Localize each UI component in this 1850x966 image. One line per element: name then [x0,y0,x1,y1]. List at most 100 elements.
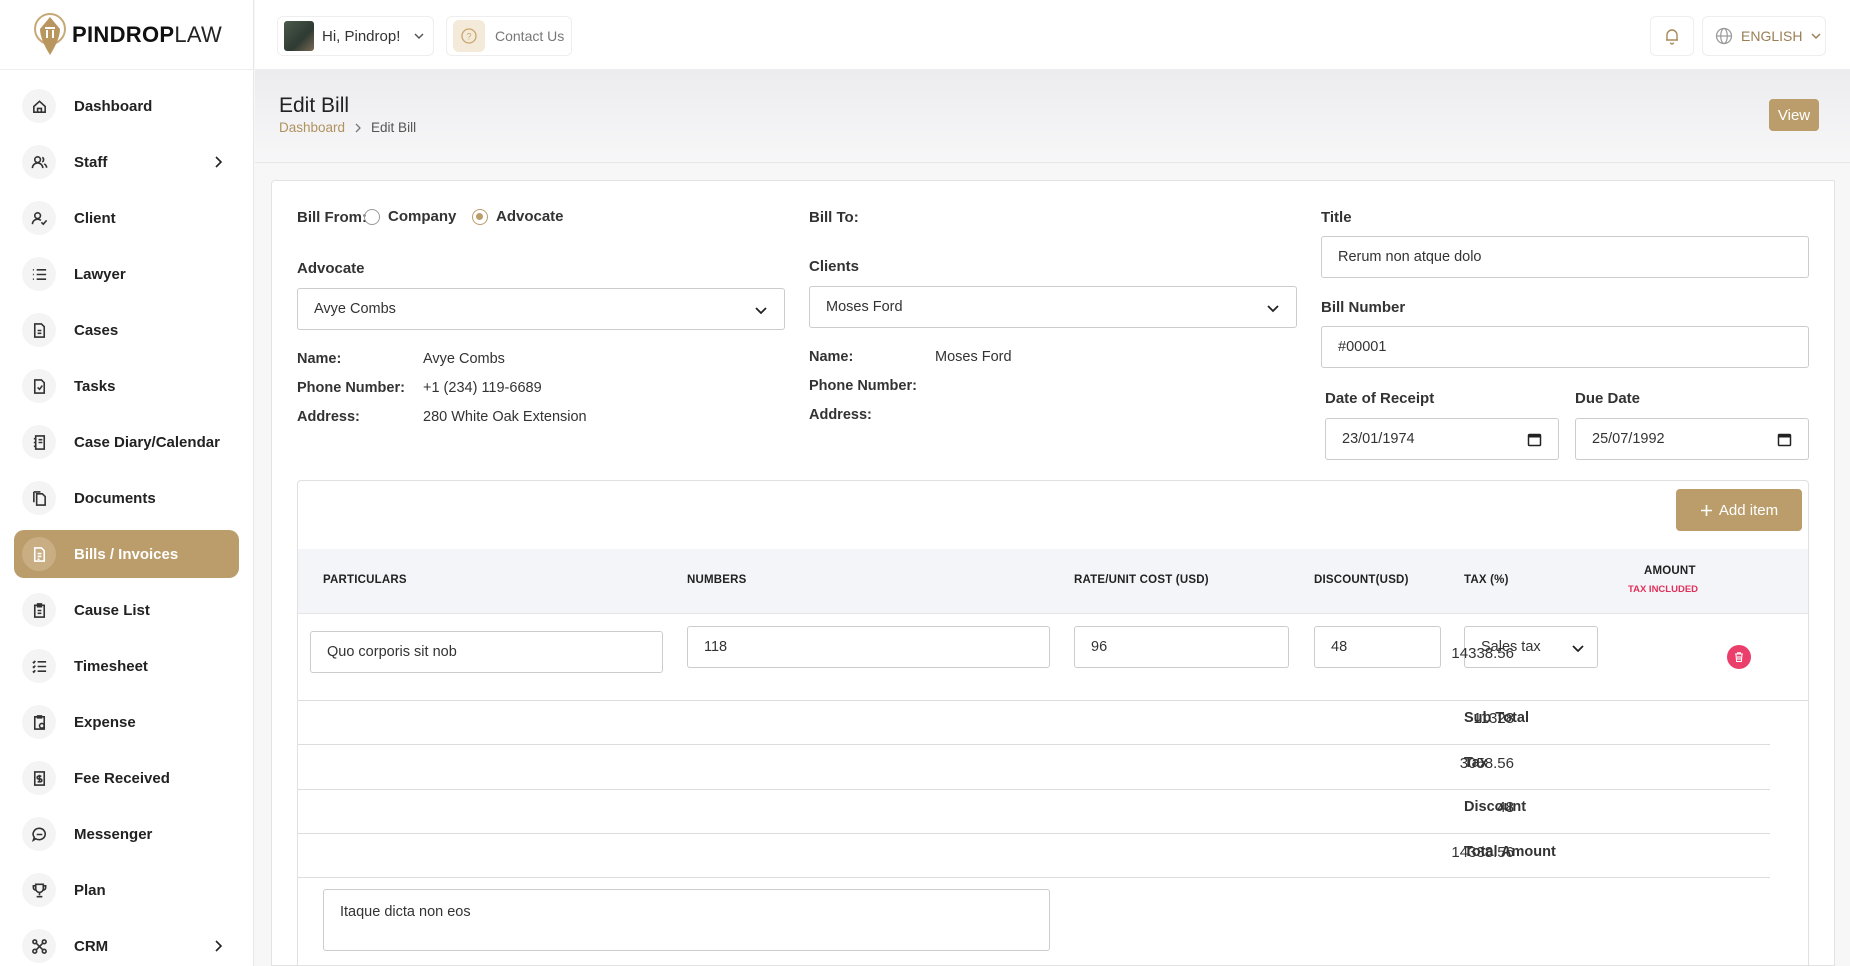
sidebar-item-timesheet[interactable]: Timesheet [14,642,239,690]
sidebar-item-lawyer[interactable]: Lawyer [14,250,239,298]
due-date-value: 25/07/1992 [1592,431,1665,447]
particulars-input[interactable]: Quo corporis sit nob [310,631,663,673]
chevron-right-icon [355,123,361,132]
sidebar: PINDROPLAW Dashboard Staff Client Lawyer Cas… [0,0,254,966]
col-rate: RATE/UNIT COST (USD) [1074,574,1209,586]
language-select[interactable]: ENGLISH [1702,16,1826,56]
tax-total-value: 3058.56 [1459,755,1514,772]
particulars-value: Quo corporis sit nob [327,644,457,660]
sidebar-item-fee-received[interactable]: Fee Received [14,754,239,802]
sidebar-item-label: Staff [74,153,108,171]
advocate-select[interactable]: Avye Combs [297,288,785,330]
title-value: Rerum non atque dolo [1338,249,1482,265]
title-input[interactable]: Rerum non atque dolo [1321,236,1809,278]
items-table-header: PARTICULARS NUMBERS RATE/UNIT COST (USD)… [298,549,1808,614]
row-amount: 14338.56 [1451,645,1514,662]
clipboard-icon [22,593,56,627]
brand-logo[interactable]: PINDROPLAW [0,0,253,70]
avatar [284,21,314,51]
sidebar-nav: Dashboard Staff Client Lawyer Cases Tasks Case… [0,70,253,966]
view-button[interactable]: View [1769,99,1819,131]
chat-icon [22,817,56,851]
sidebar-item-expense[interactable]: Expense [14,698,239,746]
add-item-label: Add item [1718,501,1779,519]
contact-us-label: Contact Us [495,28,565,44]
crm-icon [22,929,56,963]
sidebar-item-label: Cause List [74,601,150,619]
bill-from-company-radio[interactable]: Company [364,208,456,225]
globe-icon [1715,27,1733,45]
plus-icon [1700,504,1712,516]
bill-number-input[interactable]: #00001 [1321,326,1809,368]
sidebar-item-label: Documents [74,489,156,507]
date-of-receipt-input[interactable]: 23/01/1974 [1325,418,1559,460]
home-icon [22,89,56,123]
clients-value: Moses Ford [826,299,903,315]
breadcrumb-dashboard-link[interactable]: Dashboard [279,120,345,135]
discount-value: 48 [1331,639,1348,655]
delete-item-button[interactable] [1727,645,1751,669]
bill-number-label: Bill Number [1321,299,1406,316]
clients-select[interactable]: Moses Ford [809,286,1297,328]
add-item-button[interactable]: Add item [1676,489,1802,531]
client-name-value: Moses Ford [935,349,1012,365]
clients-label: Clients [809,258,860,275]
breadcrumb-current: Edit Bill [371,120,417,135]
sidebar-item-label: Timesheet [74,657,148,675]
sidebar-item-case-diary-calendar[interactable]: Case Diary/Calendar [14,418,239,466]
sidebar-item-label: Messenger [74,825,153,843]
topbar: Hi, Pindrop! ? Contact Us ENGLISH [255,0,1850,70]
client-phone-key: Phone Number: [809,378,917,394]
sidebar-item-cause-list[interactable]: Cause List [14,586,239,634]
advocate-label: Advocate [297,260,365,277]
row-divider [298,789,1770,790]
notifications-button[interactable] [1650,16,1694,56]
sidebar-item-dashboard[interactable]: Dashboard [14,82,239,130]
col-discount: DISCOUNT(USD) [1314,574,1409,586]
radio-unchecked [364,208,380,225]
chevron-down-icon [414,33,424,40]
help-icon: ? [453,20,485,52]
advocate-address-value: 280 White Oak Extension [423,409,587,425]
subtotal-value: 11328 [1473,710,1514,727]
due-date-input[interactable]: 25/07/1992 [1575,418,1809,460]
sidebar-item-label: Fee Received [74,769,170,787]
chevron-down-icon [1572,645,1584,653]
sidebar-item-documents[interactable]: Documents [14,474,239,522]
user-check-icon [22,201,56,235]
radio-checked [472,208,488,225]
sidebar-item-bills-invoices[interactable]: Bills / Invoices [14,530,239,578]
user-menu-button[interactable]: Hi, Pindrop! [277,16,434,56]
notes-textarea[interactable]: Itaque dicta non eos [323,889,1050,951]
bill-to-label: Bill To: [809,209,859,226]
calendar-icon[interactable] [1777,432,1792,447]
contact-us-button[interactable]: ? Contact Us [446,16,572,56]
row-divider [298,744,1770,745]
title-label: Title [1321,209,1352,226]
row-divider [298,833,1770,834]
rate-input[interactable]: 96 [1074,626,1289,668]
sidebar-item-client[interactable]: Client [14,194,239,242]
col-tax: TAX (%) [1464,574,1509,586]
numbers-input[interactable]: 118 [687,626,1050,668]
sidebar-item-crm[interactable]: CRM [14,922,239,966]
sidebar-item-staff[interactable]: Staff [14,138,239,186]
expense-icon [22,705,56,739]
advocate-address-key: Address: [297,409,360,425]
sidebar-item-label: Client [74,209,116,227]
language-label: ENGLISH [1741,28,1803,44]
advocate-phone-value: +1 (234) 119-6689 [423,380,542,396]
calendar-icon[interactable] [1527,432,1542,447]
sidebar-item-messenger[interactable]: Messenger [14,810,239,858]
bell-icon [1666,29,1678,45]
bill-number-value: #00001 [1338,339,1387,355]
sidebar-item-label: Tasks [74,377,116,395]
sidebar-item-tasks[interactable]: Tasks [14,362,239,410]
sidebar-item-plan[interactable]: Plan [14,866,239,914]
sidebar-item-cases[interactable]: Cases [14,306,239,354]
row-divider [298,700,1808,701]
bill-from-advocate-radio[interactable]: Advocate [472,208,564,225]
sidebar-item-label: Plan [74,881,106,899]
total-amount-value: 14338.56 [1451,844,1514,861]
tax-included-note: TAX INCLUDED [1628,584,1699,595]
